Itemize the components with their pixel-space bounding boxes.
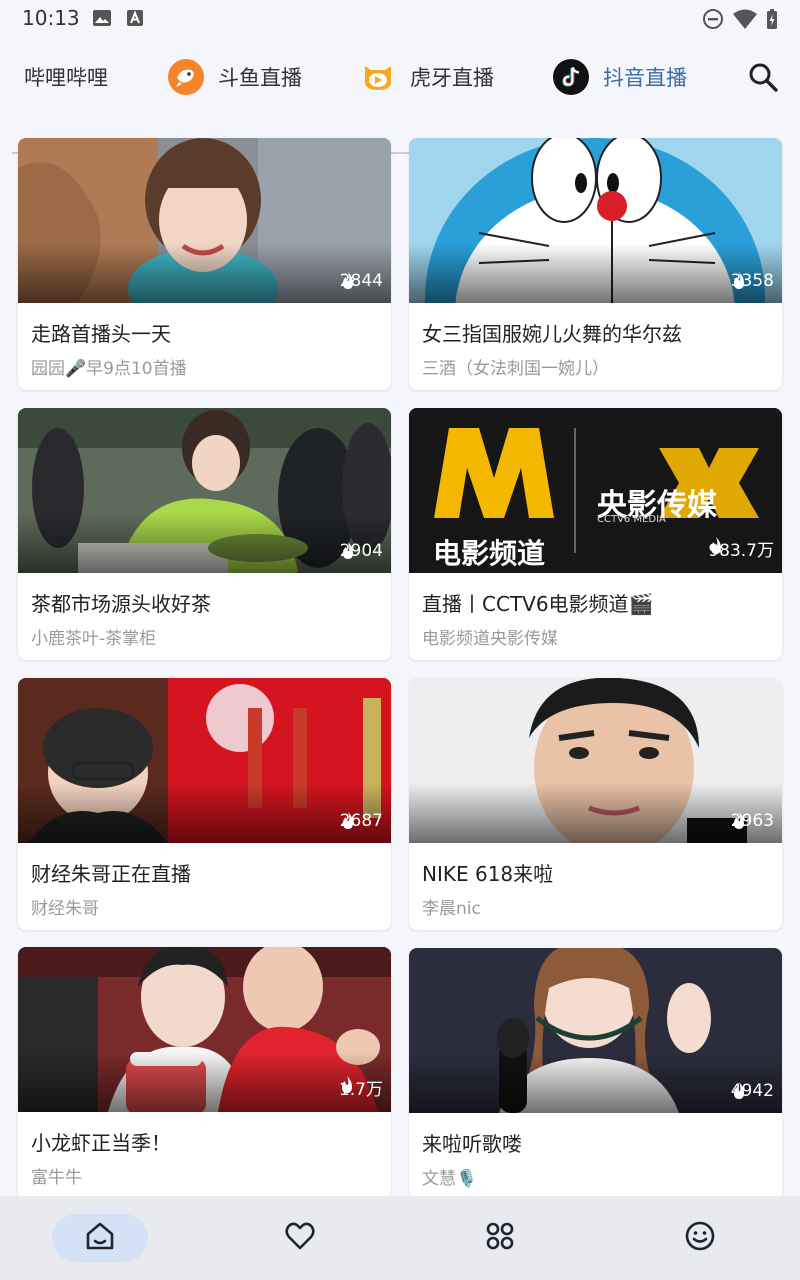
apps-icon (484, 1220, 516, 1256)
stream-title: 来啦听歌喽 (422, 1132, 522, 1156)
streamer-name: 富牛牛 (31, 1168, 82, 1188)
huya-logo-icon (360, 59, 396, 95)
dnd-icon (702, 8, 724, 34)
status-time: 10:13 (22, 6, 80, 30)
stream-card[interactable]: 2844 走路首播头一天 园园🎤早9点10首播 (18, 138, 391, 390)
stream-title: 走路首播头一天 (31, 322, 171, 346)
viewer-count: 1.7万 (339, 1075, 383, 1100)
battery-charging-icon (766, 8, 778, 34)
douyin-logo-icon (553, 59, 589, 95)
thumbnail-shade (18, 1052, 391, 1112)
stream-thumbnail: 4942 (409, 948, 782, 1113)
stream-card[interactable]: 1.7万 小龙虾正当季！ 富牛牛 (18, 947, 391, 1199)
stream-thumbnail: 1.7万 (18, 947, 391, 1112)
cctv-brand-en-text: CCTV6 MEDIA (597, 514, 666, 525)
wifi-icon (732, 8, 758, 34)
thumbnail-shade (18, 783, 391, 843)
streamer-name: 三酒（女法刺国一婉儿） (422, 359, 609, 379)
status-bar: 10:13 (0, 0, 800, 40)
tab-label: 抖音直播 (603, 66, 687, 90)
home-icon (84, 1220, 116, 1256)
tab-bilibili[interactable]: 哔哩哔哩 (24, 40, 108, 114)
viewer-count: 2963 (731, 811, 774, 831)
stream-thumbnail: 2844 (18, 138, 391, 303)
stream-thumbnail: 3358 (409, 138, 782, 303)
tab-douyu[interactable]: 斗鱼直播 (168, 40, 302, 114)
heart-icon (284, 1220, 316, 1256)
platform-tabs: 哔哩哔哩 斗鱼直播 虎牙直播 抖音直播 (0, 40, 800, 154)
stream-card[interactable]: 2963 NIKE 618来啦 李晨nic (409, 678, 782, 930)
text-icon (126, 8, 144, 32)
viewer-count: 2904 (340, 541, 383, 561)
smiley-icon (684, 1220, 716, 1256)
viewer-count: 2687 (340, 811, 383, 831)
viewer-count: 983.7万 (708, 536, 774, 561)
stream-title: 茶都市场源头收好茶 (31, 592, 211, 616)
cctv-channel-text: 电影频道 (433, 537, 546, 570)
stream-title: NIKE 618来啦 (422, 862, 554, 886)
bottom-navigation (0, 1196, 800, 1280)
stream-card[interactable]: 电影频道 央影传媒 CCTV6 MEDIA 983.7万 直播丨CCTV6电影频… (409, 408, 782, 660)
stream-card[interactable]: 2687 财经朱哥正在直播 财经朱哥 (18, 678, 391, 930)
viewer-count: 2844 (340, 271, 383, 291)
tab-huya[interactable]: 虎牙直播 (360, 40, 494, 114)
stream-title: 直播丨CCTV6电影频道🎬 (422, 592, 654, 616)
nav-favorites[interactable] (252, 1214, 348, 1262)
search-icon (746, 63, 780, 98)
streamer-name: 电影频道央影传媒 (422, 629, 558, 649)
streamer-name: 小鹿茶叶-茶掌柜 (31, 629, 157, 649)
streamer-name: 财经朱哥 (31, 899, 99, 919)
stream-card[interactable]: 3358 女三指国服婉儿火舞的华尔兹 三酒（女法刺国一婉儿） (409, 138, 782, 390)
stream-title: 财经朱哥正在直播 (31, 862, 191, 886)
thumbnail-shade (18, 513, 391, 573)
stream-title: 小龙虾正当季！ (31, 1131, 171, 1155)
thumbnail-shade (409, 243, 782, 303)
stream-title: 女三指国服婉儿火舞的华尔兹 (422, 322, 682, 346)
stream-thumbnail: 电影频道 央影传媒 CCTV6 MEDIA 983.7万 (409, 408, 782, 573)
stream-card[interactable]: 2904 茶都市场源头收好茶 小鹿茶叶-茶掌柜 (18, 408, 391, 660)
viewer-count: 3358 (731, 271, 774, 291)
tab-label: 哔哩哔哩 (24, 66, 108, 90)
tab-label: 虎牙直播 (410, 66, 494, 90)
streamer-name: 李晨nic (422, 899, 481, 919)
stream-card[interactable]: 4942 来啦听歌喽 文慧🎙️ (409, 948, 782, 1200)
thumbnail-shade (409, 783, 782, 843)
search-button[interactable] (746, 60, 782, 96)
thumbnail-shade (18, 243, 391, 303)
viewer-count: 4942 (731, 1081, 774, 1101)
stream-thumbnail: 2904 (18, 408, 391, 573)
streamer-name: 园园🎤早9点10首播 (31, 359, 187, 379)
tab-label: 斗鱼直播 (218, 66, 302, 90)
thumbnail-shade (409, 1053, 782, 1113)
douyu-logo-icon (168, 59, 204, 95)
tab-douyin[interactable]: 抖音直播 (553, 40, 687, 114)
nav-categories[interactable] (452, 1214, 548, 1262)
image-icon (92, 8, 112, 32)
nav-profile[interactable] (652, 1214, 748, 1262)
stream-thumbnail: 2687 (18, 678, 391, 843)
nav-home[interactable] (52, 1214, 148, 1262)
streamer-name: 文慧🎙️ (422, 1169, 478, 1189)
stream-thumbnail: 2963 (409, 678, 782, 843)
